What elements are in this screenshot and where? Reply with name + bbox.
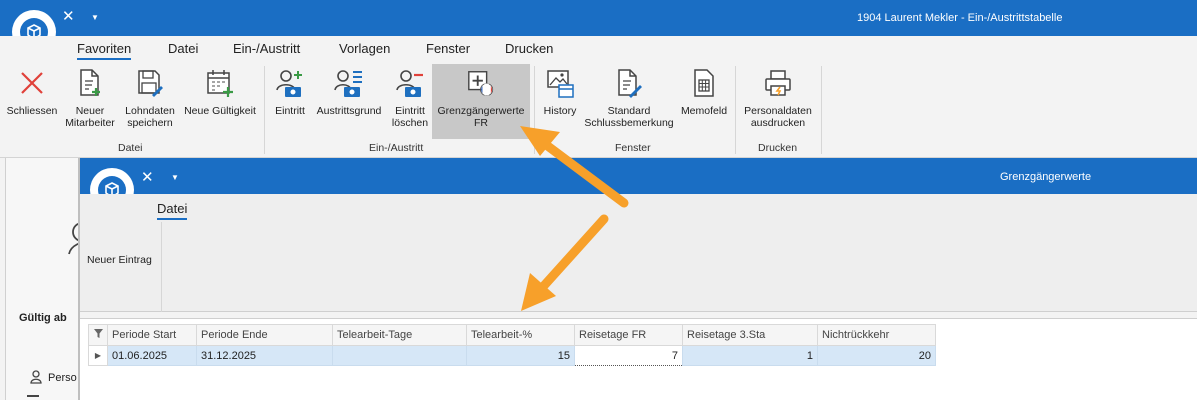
child-ribbon: Neuer Eintrag <box>80 222 1197 312</box>
document-edit-icon <box>614 66 644 100</box>
col-nichtrueckkehr[interactable]: Nichtrückkehr <box>817 324 936 346</box>
main-ribbon: Schliessen Neuer Mitarbeiter Lohndaten s… <box>0 62 1197 158</box>
eintritt-label: Eintritt <box>275 105 305 117</box>
grenzgaengerwerte-fr-button[interactable]: Grenzgängerwerte FR <box>432 64 530 139</box>
menu-ein-austritt[interactable]: Ein-/Austritt <box>233 41 300 56</box>
cell-telearbeit-prozent[interactable]: 15 <box>466 345 575 366</box>
employee-side-panel: Gültig ab Perso <box>0 158 84 400</box>
memofeld-button[interactable]: Memofeld <box>678 66 730 117</box>
row-indicator-icon[interactable]: ▶ <box>88 345 108 366</box>
close-x-icon[interactable]: ✕ <box>62 7 75 25</box>
grid-table: Periode Start Periode Ende Telearbeit-Ta… <box>88 324 936 366</box>
employee-panel-frame: Gültig ab Perso <box>5 158 84 400</box>
ribbon-separator <box>264 66 265 154</box>
cell-periode-ende[interactable]: 31.12.2025 <box>196 345 333 366</box>
group-label-drucken: Drucken <box>758 142 798 154</box>
collapse-line-icon <box>27 395 39 397</box>
schliessen-button[interactable]: Schliessen <box>6 66 58 117</box>
filter-icon[interactable] <box>88 324 108 346</box>
col-periode-start[interactable]: Periode Start <box>107 324 197 346</box>
close-x-icon[interactable]: ✕ <box>141 168 154 186</box>
memofeld-label: Memofeld <box>680 105 728 117</box>
group-label-datei: Datei <box>118 142 143 154</box>
austrittsgrund-label: Austrittsgrund <box>316 105 382 117</box>
person-list-icon <box>334 66 364 100</box>
neuer-mitarbeiter-label: Neuer Mitarbeiter <box>65 105 115 129</box>
neue-gueltigkeit-button[interactable]: Neue Gültigkeit <box>182 66 258 117</box>
ribbon-separator <box>735 66 736 154</box>
eintritt-loeschen-label: Eintritt löschen <box>391 105 429 129</box>
child-title-bar: ✕ ▼ Grenzgängerwerte <box>80 158 1197 212</box>
grid-header-row: Periode Start Periode Ende Telearbeit-Ta… <box>88 324 936 346</box>
medical-flag-fr-icon <box>466 66 496 100</box>
printer-icon <box>763 66 793 100</box>
grenzgaengerwerte-window: ✕ ▼ Grenzgängerwerte Datei Neuer Eintrag… <box>78 158 1197 400</box>
grenzgaenger-grid: Periode Start Periode Ende Telearbeit-Ta… <box>80 318 1197 400</box>
save-edit-icon <box>135 66 165 100</box>
schliessen-label: Schliessen <box>6 105 58 117</box>
cell-reisetage-fr[interactable]: 7 <box>574 345 683 366</box>
ribbon-separator <box>821 66 822 154</box>
lohndaten-speichern-label: Lohndaten speichern <box>125 105 175 129</box>
menu-favoriten[interactable]: Favoriten <box>77 41 132 60</box>
menu-drucken[interactable]: Drucken <box>505 41 553 56</box>
standard-schlussbemerkung-button[interactable]: Standard Schlussbemerkung <box>584 66 674 129</box>
group-label-fenster: Fenster <box>615 142 651 154</box>
col-reisetage-fr[interactable]: Reisetage FR <box>574 324 683 346</box>
calendar-plus-icon <box>205 66 235 100</box>
austrittsgrund-button[interactable]: Austrittsgrund <box>313 66 385 117</box>
eintritt-button[interactable]: Eintritt <box>270 66 310 117</box>
person-label: Perso <box>48 372 77 384</box>
gueltig-ab-label: Gültig ab <box>19 312 67 324</box>
quick-access-caret-icon[interactable]: ▼ <box>91 13 99 22</box>
history-label: History <box>543 105 577 117</box>
neuer-eintrag-button[interactable]: Neuer Eintrag <box>87 254 152 266</box>
table-row[interactable]: ▶ 01.06.2025 31.12.2025 15 7 1 20 <box>88 345 936 366</box>
cell-nichtrueckkehr[interactable]: 20 <box>817 345 936 366</box>
neue-gueltigkeit-label: Neue Gültigkeit <box>184 105 256 117</box>
col-periode-ende[interactable]: Periode Ende <box>196 324 333 346</box>
personaldaten-ausdrucken-button[interactable]: Personaldaten ausdrucken <box>740 66 816 129</box>
eintritt-loeschen-button[interactable]: Eintritt löschen <box>388 66 432 129</box>
grenzgaengerwerte-fr-label: Grenzgängerwerte FR <box>437 105 525 129</box>
document-plus-icon <box>75 66 105 100</box>
lohndaten-speichern-button[interactable]: Lohndaten speichern <box>122 66 178 129</box>
quick-access-caret-icon[interactable]: ▼ <box>171 173 179 182</box>
group-label-ein-austritt: Ein-/Austritt <box>369 142 424 154</box>
child-menu-datei[interactable]: Datei <box>157 201 188 220</box>
image-calendar-icon <box>545 66 575 100</box>
main-title-bar: ✕ ▼ 1904 Laurent Mekler - Ein-/Austritts… <box>0 0 1197 54</box>
menu-fenster[interactable]: Fenster <box>426 41 470 56</box>
close-x-icon <box>17 66 47 100</box>
menu-vorlagen[interactable]: Vorlagen <box>339 41 390 56</box>
ribbon-separator <box>161 222 162 312</box>
child-menu-bar: Datei <box>80 194 1197 222</box>
cell-periode-start[interactable]: 01.06.2025 <box>107 345 197 366</box>
history-button[interactable]: History <box>540 66 580 117</box>
col-reisetage-3sta[interactable]: Reisetage 3.Sta <box>682 324 818 346</box>
cell-telearbeit-tage[interactable] <box>332 345 467 366</box>
standard-schlussbemerkung-label: Standard Schlussbemerkung <box>584 105 674 129</box>
menu-datei[interactable]: Datei <box>168 41 198 56</box>
col-telearbeit-prozent[interactable]: Telearbeit-% <box>466 324 575 346</box>
person-add-icon <box>275 66 305 100</box>
person-remove-icon <box>395 66 425 100</box>
neuer-mitarbeiter-button[interactable]: Neuer Mitarbeiter <box>62 66 118 129</box>
ribbon-separator <box>534 66 535 154</box>
col-telearbeit-tage[interactable]: Telearbeit-Tage <box>332 324 467 346</box>
calculator-doc-icon <box>689 66 719 100</box>
window-title: 1904 Laurent Mekler - Ein-/Austrittstabe… <box>857 12 1063 24</box>
main-menu-bar: Favoriten Datei Ein-/Austritt Vorlagen F… <box>0 36 1197 62</box>
person-icon <box>30 370 42 384</box>
cell-reisetage-3sta[interactable]: 1 <box>682 345 818 366</box>
child-window-title: Grenzgängerwerte <box>1000 171 1092 183</box>
personaldaten-ausdrucken-label: Personaldaten ausdrucken <box>744 105 812 129</box>
